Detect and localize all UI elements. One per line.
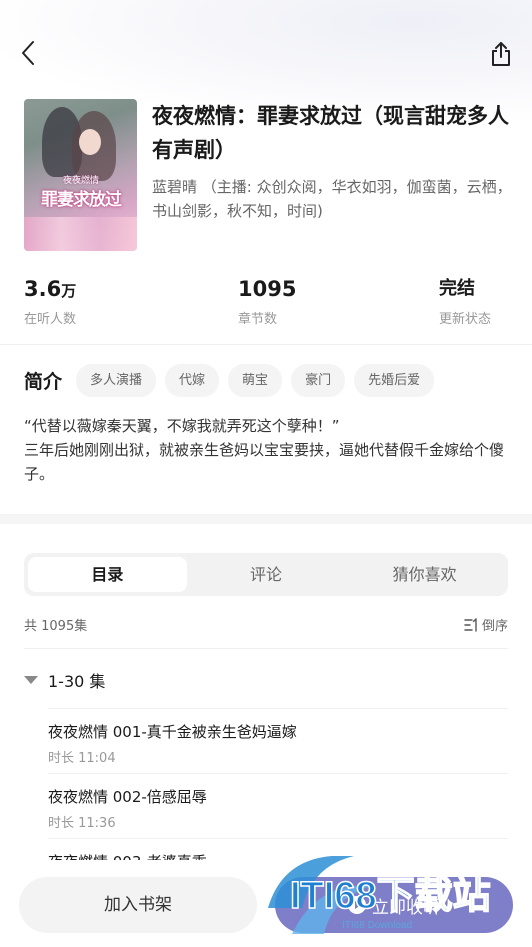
sort-button[interactable]: 倒序 [464, 615, 508, 634]
stat-status: 完结 更新状态 [439, 274, 491, 327]
intro-text: “代替以薇嫁秦天翼，不嫁我就弄死这个孽种！” 三年后她刚刚出狱，就被亲生爸妈以宝… [24, 417, 505, 483]
stat-chapters: 1095 章节数 [238, 274, 296, 327]
list-item[interactable]: 夜夜燃情 001-真千金被亲生爸妈逼嫁 时长 11:04 [48, 708, 508, 773]
book-title: 夜夜燃情：罪妻求放过（现言甜宠多人有声剧） [152, 104, 509, 162]
triangle-down-icon [24, 676, 38, 684]
episode-duration: 时长 11:04 [48, 751, 116, 766]
tag-chip[interactable]: 先婚后爱 [354, 364, 435, 397]
nav-bar [0, 0, 532, 100]
stat-chapters-label: 章节数 [238, 312, 278, 327]
tag-chip[interactable]: 多人演播 [76, 364, 157, 397]
tag-chip[interactable]: 豪门 [291, 364, 346, 397]
intro-title: 简介 [24, 371, 63, 393]
list-item[interactable]: 夜夜燃情 002-倍感屈辱 时长 11:36 [48, 773, 508, 838]
episode-duration: 时长 11:36 [48, 816, 116, 831]
listen-now-button[interactable]: 立即收听 [275, 877, 513, 933]
tab-recommend[interactable]: 猜你喜欢 [345, 557, 504, 592]
stat-listeners: 3.6万 在听人数 [24, 274, 76, 327]
divider [0, 344, 532, 345]
stat-listeners-unit: 万 [61, 282, 77, 300]
cover-title-text: 罪妻求放过 [41, 190, 122, 210]
tab-catalog[interactable]: 目录 [28, 557, 187, 592]
tab-bar: 目录 评论 猜你喜欢 [24, 553, 508, 596]
sort-icon [464, 617, 480, 632]
stat-listeners-value: 3.6 [24, 277, 62, 301]
stat-status-value: 完结 [439, 278, 475, 299]
stats-row: 3.6万 在听人数 1095 章节数 完结 更新状态 [24, 274, 508, 328]
add-to-shelf-button[interactable]: 加入书架 [19, 877, 257, 933]
divider [24, 648, 508, 649]
book-authors: 蓝碧晴 （主播: 众创众阅，华衣如羽，伽蛮菌，云栖，书山剑影，秋不知，时间) [152, 178, 512, 220]
sort-label: 倒序 [481, 619, 508, 634]
listen-now-label: 立即收听 [372, 897, 440, 918]
book-header: 夜夜燃情 罪妻求放过 夜夜燃情：罪妻求放过（现言甜宠多人有声剧） 蓝碧晴 （主播… [24, 99, 514, 251]
bottom-action-bar: 加入书架 立即收听 [0, 860, 532, 947]
book-cover[interactable]: 夜夜燃情 罪妻求放过 [24, 99, 137, 251]
play-icon [348, 896, 366, 914]
episode-title: 夜夜燃情 001-真千金被亲生爸妈逼嫁 [48, 723, 297, 741]
list-header: 共 1095集 倒序 [24, 612, 508, 636]
intro-header: 简介 多人演播 代嫁 萌宝 豪门 先婚后爱 [24, 364, 514, 397]
episode-group-toggle[interactable]: 1-30 集 [24, 664, 508, 696]
chevron-left-icon [22, 41, 34, 65]
tab-comments[interactable]: 评论 [187, 557, 346, 592]
episode-count: 共 1095集 [24, 619, 88, 634]
intro-section: 简介 多人演播 代嫁 萌宝 豪门 先婚后爱 “代替以薇嫁秦天翼，不嫁我就弄死这个… [24, 364, 514, 486]
cover-face [79, 129, 101, 155]
tag-chip[interactable]: 代嫁 [165, 364, 220, 397]
episode-title: 夜夜燃情 002-倍感屈辱 [48, 788, 207, 806]
section-divider [0, 514, 532, 524]
back-button[interactable] [14, 38, 42, 68]
share-icon [492, 42, 510, 66]
stat-chapters-value: 1095 [238, 277, 297, 301]
share-button[interactable] [488, 40, 514, 68]
stat-status-label: 更新状态 [439, 312, 492, 327]
tag-chip[interactable]: 萌宝 [228, 364, 283, 397]
cover-flowers [24, 217, 137, 251]
stat-listeners-label: 在听人数 [24, 312, 77, 327]
episode-group-label: 1-30 集 [48, 672, 106, 691]
